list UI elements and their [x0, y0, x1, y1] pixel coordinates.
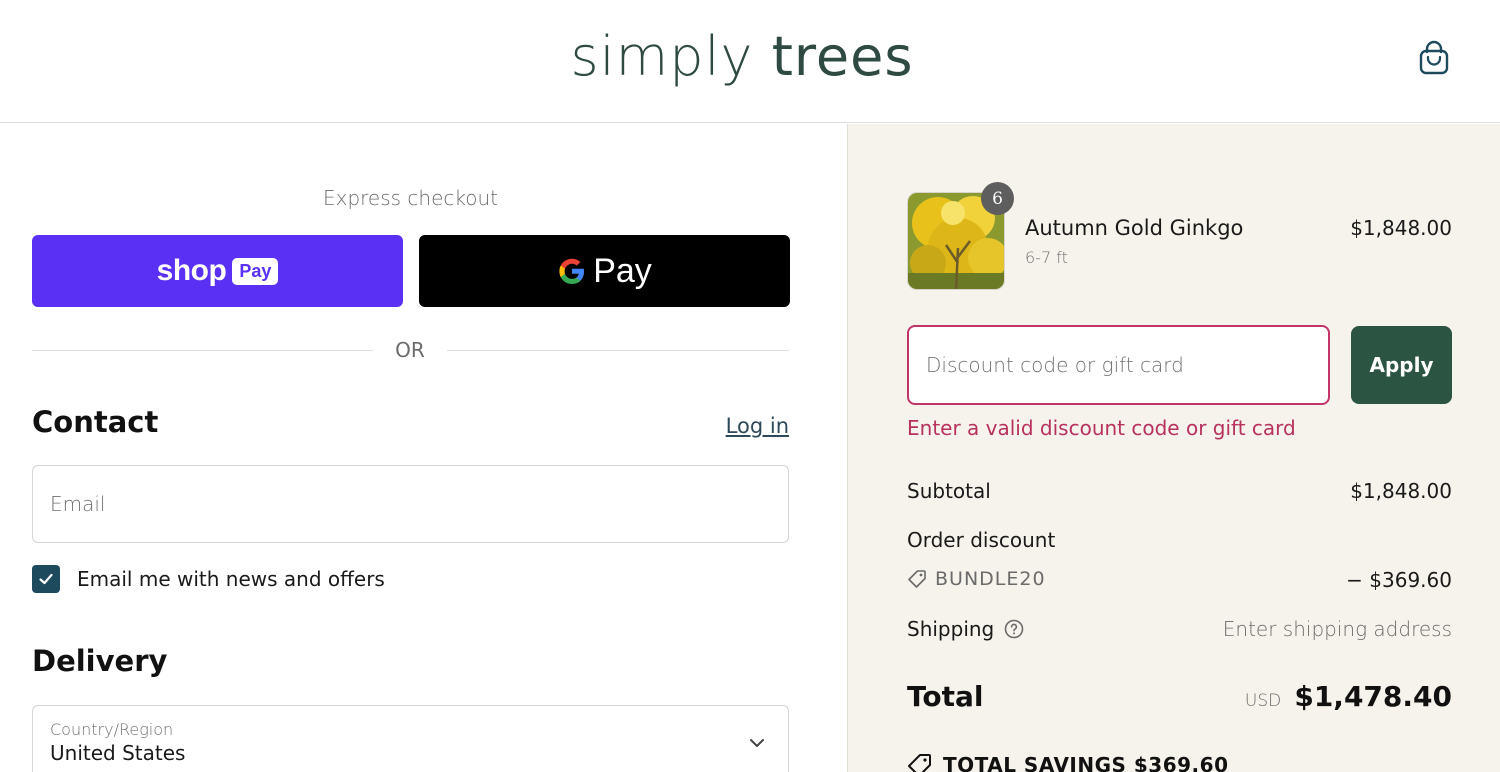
google-pay-button[interactable]: Pay	[419, 235, 790, 307]
total-amount: $1,478.40	[1294, 680, 1452, 713]
product-name: Autumn Gold Ginkgo	[1025, 216, 1244, 240]
checkout-form-panel: Express checkout shop Pay Pay OR Contact…	[0, 124, 847, 772]
newsletter-label: Email me with news and offers	[77, 567, 385, 591]
shipping-label: Shipping	[907, 617, 995, 641]
shop-pay-badge: Pay	[232, 257, 279, 285]
newsletter-checkbox[interactable]	[32, 565, 60, 593]
shop-pay-wordmark: shop	[156, 254, 227, 287]
google-pay-label: Pay	[593, 251, 652, 290]
discount-code-input[interactable]	[907, 325, 1330, 405]
order-discount-label: Order discount	[907, 528, 1056, 552]
google-g-icon	[559, 258, 585, 284]
country-value: United States	[50, 741, 186, 765]
checkmark-icon	[39, 573, 53, 585]
product-price: $1,848.00	[1350, 216, 1452, 240]
or-divider: OR	[32, 338, 789, 364]
header: simply trees	[0, 0, 1500, 123]
email-field[interactable]	[32, 465, 789, 543]
login-link[interactable]: Log in	[700, 414, 789, 438]
shipping-row: Shipping	[907, 617, 1024, 641]
savings-tag-icon	[908, 754, 931, 772]
shop-pay-button[interactable]: shop Pay	[32, 235, 403, 307]
logo-word-trees: trees	[771, 25, 914, 88]
delivery-heading: Delivery	[32, 644, 168, 678]
cart-button[interactable]	[1414, 37, 1454, 77]
subtotal-value: $1,848.00	[1350, 479, 1452, 503]
total-value: USD $1,478.40	[1148, 680, 1452, 713]
product-variant: 6-7 ft	[1025, 248, 1068, 267]
discount-amount: − $369.60	[1346, 568, 1452, 592]
divider-line	[447, 350, 789, 351]
chevron-down-icon	[750, 739, 764, 747]
contact-heading: Contact	[32, 405, 159, 439]
discount-error-message: Enter a valid discount code or gift card	[907, 416, 1296, 440]
country-select[interactable]: Country/Region United States	[32, 705, 789, 772]
discount-code-tag: BUNDLE20	[907, 568, 1046, 590]
store-logo[interactable]: simply trees	[0, 22, 1484, 92]
apply-discount-button[interactable]: Apply	[1351, 326, 1452, 404]
divider-line	[32, 350, 373, 351]
shipping-value: Enter shipping address	[1222, 617, 1452, 641]
discount-code-text: BUNDLE20	[935, 568, 1046, 590]
subtotal-label: Subtotal	[907, 479, 991, 503]
help-circle-icon[interactable]	[1004, 619, 1024, 639]
logo-word-simply: simply	[570, 25, 754, 88]
total-savings-text: TOTAL SAVINGS $369.60	[943, 753, 1229, 772]
total-savings-row: TOTAL SAVINGS $369.60	[907, 752, 1228, 772]
order-summary-panel: 6 Autumn Gold Ginkgo 6-7 ft $1,848.00 Ap…	[847, 124, 1500, 772]
total-currency: USD	[1244, 691, 1282, 711]
country-label: Country/Region	[50, 720, 174, 739]
tag-icon	[908, 570, 926, 588]
or-text: OR	[395, 338, 425, 362]
shopping-bag-icon	[1419, 40, 1449, 75]
total-label: Total	[907, 680, 984, 713]
express-checkout-label: Express checkout	[322, 186, 499, 210]
newsletter-checkbox-row[interactable]: Email me with news and offers	[32, 564, 385, 594]
quantity-badge: 6	[981, 182, 1014, 215]
